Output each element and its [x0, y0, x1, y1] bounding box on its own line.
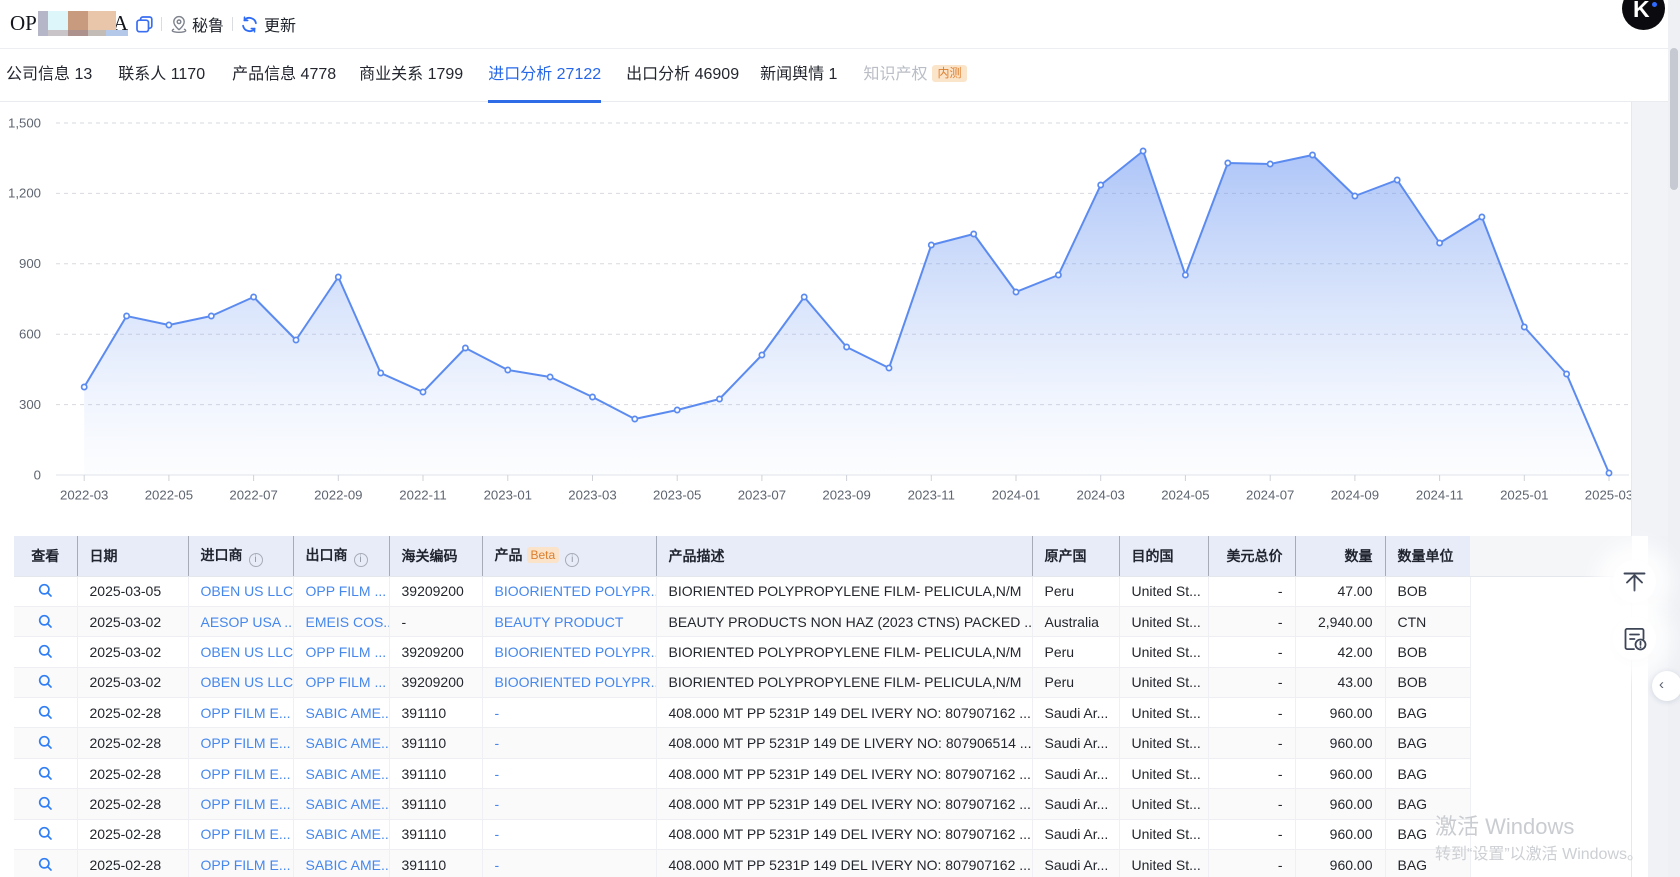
svg-text:1,200: 1,200 — [8, 186, 41, 201]
svg-text:2023-07: 2023-07 — [738, 488, 786, 503]
svg-text:2022-03: 2022-03 — [60, 488, 108, 503]
svg-text:2025-03: 2025-03 — [1585, 488, 1632, 503]
svg-text:1,500: 1,500 — [8, 115, 41, 130]
svg-text:2023-05: 2023-05 — [653, 488, 701, 503]
svg-text:600: 600 — [19, 327, 41, 342]
svg-text:0: 0 — [34, 467, 41, 482]
svg-text:2024-09: 2024-09 — [1331, 488, 1379, 503]
svg-text:2024-07: 2024-07 — [1246, 488, 1294, 503]
svg-text:2024-01: 2024-01 — [992, 488, 1040, 503]
svg-text:2025-01: 2025-01 — [1500, 488, 1548, 503]
svg-text:2022-07: 2022-07 — [229, 488, 277, 503]
svg-text:300: 300 — [19, 397, 41, 412]
svg-text:2023-01: 2023-01 — [484, 488, 532, 503]
svg-text:900: 900 — [19, 256, 41, 271]
svg-text:2022-09: 2022-09 — [314, 488, 362, 503]
svg-text:2022-05: 2022-05 — [145, 488, 193, 503]
svg-text:2023-03: 2023-03 — [568, 488, 616, 503]
svg-text:2023-11: 2023-11 — [908, 488, 955, 503]
svg-text:2022-11: 2022-11 — [399, 488, 446, 503]
svg-text:2024-05: 2024-05 — [1161, 488, 1209, 503]
svg-text:2024-11: 2024-11 — [1416, 488, 1463, 503]
svg-text:2024-03: 2024-03 — [1076, 488, 1124, 503]
svg-text:2023-09: 2023-09 — [822, 488, 870, 503]
